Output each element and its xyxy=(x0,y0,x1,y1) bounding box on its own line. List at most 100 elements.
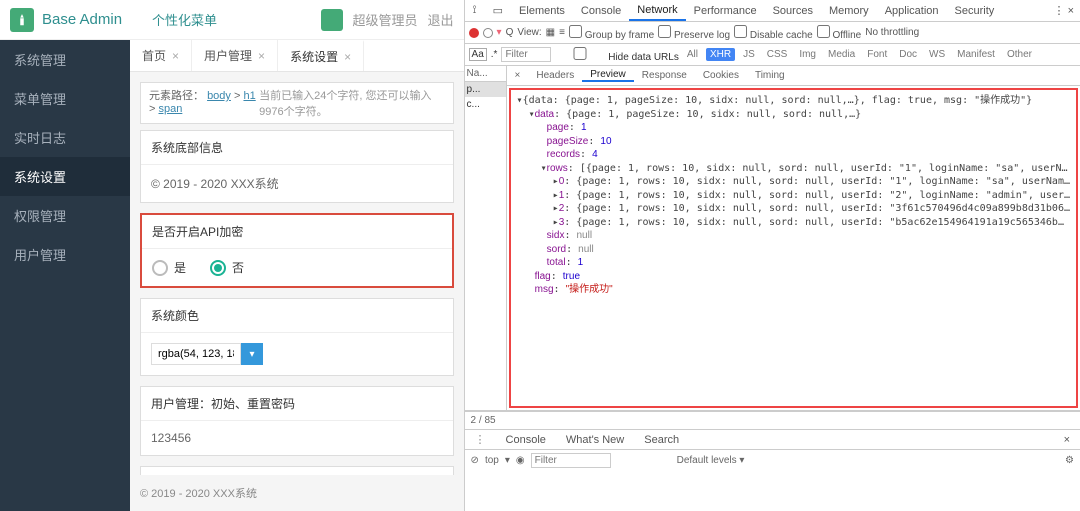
json-preview[interactable]: ▾{data: {page: 1, pageSize: 10, sidx: nu… xyxy=(509,88,1078,408)
dt-tab-performance[interactable]: Performance xyxy=(686,0,765,21)
group-by-frame-checkbox[interactable]: Group by frame xyxy=(569,25,654,41)
view-small-icon[interactable]: ≡ xyxy=(559,27,565,38)
chip-other[interactable]: Other xyxy=(1003,48,1036,61)
sub-tab-headers[interactable]: Headers xyxy=(528,70,582,81)
offline-checkbox[interactable]: Offline xyxy=(817,25,862,41)
network-status-bar: 2 / 85 xyxy=(465,411,1080,429)
chip-xhr[interactable]: XHR xyxy=(706,48,735,61)
panel-value: 123456 xyxy=(151,431,443,445)
close-icon[interactable]: × xyxy=(344,50,351,64)
avatar[interactable] xyxy=(321,9,343,31)
panel-footer-info: 系统底部信息 © 2019 - 2020 XXX系统 xyxy=(140,130,454,203)
sub-tab-response[interactable]: Response xyxy=(634,70,695,81)
chip-doc[interactable]: Doc xyxy=(895,48,921,61)
dt-tab-console[interactable]: Console xyxy=(573,0,629,21)
sidebar-item-user-manage[interactable]: 用户管理 xyxy=(0,235,130,274)
color-picker-button[interactable]: ▾ xyxy=(241,343,263,365)
dt-tab-elements[interactable]: Elements xyxy=(511,0,573,21)
clear-icon[interactable] xyxy=(483,28,493,38)
breadcrumb-prefix: 元素路径： xyxy=(149,90,204,102)
admin-label[interactable]: 超级管理员 xyxy=(353,10,418,29)
radio-option-yes[interactable]: 是 xyxy=(152,259,186,276)
column-header[interactable]: Na... xyxy=(465,66,506,82)
record-icon[interactable] xyxy=(469,28,479,38)
breadcrumb-link[interactable]: h1 xyxy=(243,90,255,102)
chip-media[interactable]: Media xyxy=(824,48,859,61)
breadcrumb: 元素路径： body > h1 > span 当前已输入24个字符, 您还可以输… xyxy=(140,82,454,124)
console-output xyxy=(465,471,1080,511)
tab-bar: 首页 × 用户管理 × 系统设置 × xyxy=(130,40,464,72)
disable-cache-checkbox[interactable]: Disable cache xyxy=(734,25,813,41)
drawer-tab-whatsnew[interactable]: What's New xyxy=(556,434,634,446)
dt-tab-application[interactable]: Application xyxy=(877,0,947,21)
sub-tab-cookies[interactable]: Cookies xyxy=(695,70,747,81)
request-row[interactable]: p... xyxy=(465,82,506,97)
devtools-panel: ⟟ ▭ Elements Console Network Performance… xyxy=(465,0,1080,511)
panel-update-time: 更新时间 2019-09-17 10:15:40.0 xyxy=(140,466,454,475)
radio-option-no[interactable]: 否 xyxy=(210,259,244,276)
request-row[interactable]: c... xyxy=(465,97,506,112)
console-filter-input[interactable] xyxy=(531,453,611,468)
sidebar-item-system-manage[interactable]: 系统管理 xyxy=(0,40,130,79)
device-icon[interactable]: ▭ xyxy=(485,0,511,21)
drawer-close-icon[interactable]: × xyxy=(1054,434,1080,446)
dt-tab-memory[interactable]: Memory xyxy=(821,0,877,21)
throttling-select[interactable]: No throttling xyxy=(865,27,919,38)
chip-js[interactable]: JS xyxy=(739,48,759,61)
sidebar-item-realtime-log[interactable]: 实时日志 xyxy=(0,118,130,157)
sidebar-item-system-settings[interactable]: 系统设置 xyxy=(0,157,130,196)
panel-title: 系统底部信息 xyxy=(141,131,453,165)
close-icon[interactable]: × xyxy=(258,49,265,63)
drawer-toggle-icon[interactable]: ⋮ xyxy=(465,433,496,446)
radio-label: 否 xyxy=(232,259,244,276)
breadcrumb-link[interactable]: span xyxy=(158,103,182,115)
chip-css[interactable]: CSS xyxy=(763,48,792,61)
drawer-tabs: ⋮ Console What's New Search × xyxy=(465,429,1080,449)
breadcrumb-link[interactable]: body xyxy=(207,90,231,102)
brand-title: Base Admin xyxy=(42,11,122,28)
chip-ws[interactable]: WS xyxy=(925,48,949,61)
settings-icon[interactable]: ⚙ xyxy=(1065,455,1074,466)
search-icon[interactable]: Q xyxy=(506,27,514,38)
regex-icon[interactable]: .* xyxy=(491,49,498,60)
devtools-more-icon[interactable]: ⋮ × xyxy=(1048,4,1080,17)
sub-tab-timing[interactable]: Timing xyxy=(747,70,793,81)
panel-api-encrypt: 是否开启API加密 是 否 xyxy=(140,213,454,288)
devtools-top-tabs: ⟟ ▭ Elements Console Network Performance… xyxy=(465,0,1080,22)
sub-tab-preview[interactable]: Preview xyxy=(582,69,634,82)
network-filter-input[interactable] xyxy=(501,47,551,62)
clear-console-icon[interactable]: ⊘ xyxy=(471,455,479,466)
tab-home[interactable]: 首页 × xyxy=(130,40,192,71)
dt-tab-security[interactable]: Security xyxy=(947,0,1003,21)
sidebar-item-permission-manage[interactable]: 权限管理 xyxy=(0,196,130,235)
eye-icon[interactable]: ◉ xyxy=(516,455,525,466)
panel-title: 系统颜色 xyxy=(141,299,453,333)
context-selector[interactable]: top xyxy=(485,455,499,466)
close-details-icon[interactable]: × xyxy=(507,70,529,81)
tab-user-manage[interactable]: 用户管理 × xyxy=(192,40,278,71)
drawer-tab-console[interactable]: Console xyxy=(496,434,556,446)
tab-label: 系统设置 xyxy=(290,48,338,65)
color-input[interactable] xyxy=(151,343,241,365)
chip-manifest[interactable]: Manifest xyxy=(953,48,999,61)
logout-link[interactable]: 退出 xyxy=(428,10,454,29)
preserve-log-checkbox[interactable]: Preserve log xyxy=(658,25,730,41)
view-large-icon[interactable]: ▦ xyxy=(546,27,555,38)
chip-img[interactable]: Img xyxy=(795,48,820,61)
drawer-tab-search[interactable]: Search xyxy=(634,434,689,446)
filter-toggle-icon[interactable]: ▾ xyxy=(497,27,502,38)
log-levels-select[interactable]: Default levels ▾ xyxy=(677,455,745,466)
personal-menu-link[interactable]: 个性化菜单 xyxy=(152,10,217,29)
match-case-icon[interactable]: Aa xyxy=(469,48,487,61)
close-icon[interactable]: × xyxy=(172,49,179,63)
chip-all[interactable]: All xyxy=(683,48,702,61)
top-bar: Base Admin 个性化菜单 超级管理员 退出 xyxy=(0,0,464,40)
tab-label: 首页 xyxy=(142,47,166,64)
sidebar-item-menu-manage[interactable]: 菜单管理 xyxy=(0,79,130,118)
tab-system-settings[interactable]: 系统设置 × xyxy=(278,40,364,71)
inspect-icon[interactable]: ⟟ xyxy=(465,0,485,21)
dt-tab-sources[interactable]: Sources xyxy=(765,0,821,21)
chip-font[interactable]: Font xyxy=(863,48,891,61)
dt-tab-network[interactable]: Network xyxy=(629,0,685,21)
hide-data-urls-checkbox[interactable]: Hide data URLs xyxy=(555,47,678,63)
